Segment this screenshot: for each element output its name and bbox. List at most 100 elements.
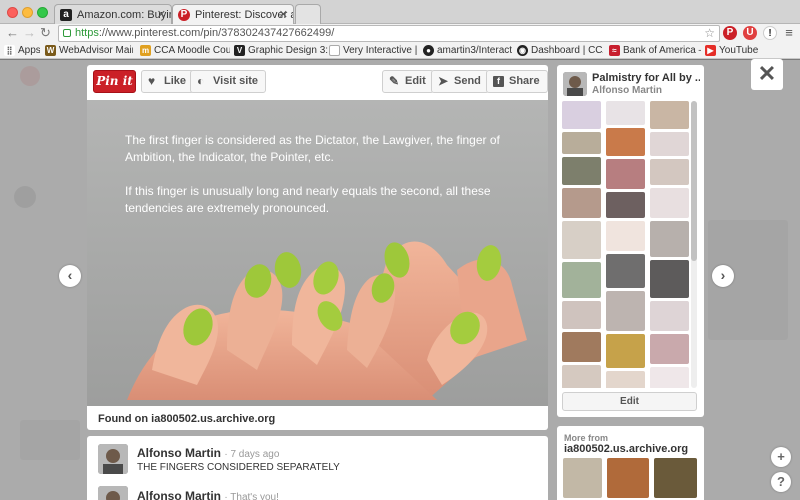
- more-thumbnail[interactable]: [563, 458, 602, 498]
- moodle-icon: m: [140, 45, 151, 56]
- board-thumbnail[interactable]: [562, 221, 601, 259]
- bookmark-github[interactable]: ●amartin3/Interactive: [423, 44, 512, 57]
- more-thumbnail[interactable]: [654, 458, 697, 498]
- window-zoom-dot[interactable]: [37, 7, 48, 18]
- board-thumbnail[interactable]: [606, 334, 645, 368]
- board-thumbnail[interactable]: [562, 262, 601, 298]
- next-pin-arrow-icon[interactable]: ›: [712, 265, 734, 287]
- window-minimize-dot[interactable]: [22, 7, 33, 18]
- board-owner-avatar[interactable]: [563, 72, 587, 96]
- back-arrow-icon[interactable]: ←: [6, 26, 19, 40]
- bookmark-bank-of-america[interactable]: ≈Bank of America — E: [609, 44, 701, 57]
- board-thumbnail[interactable]: [650, 159, 689, 185]
- pin-it-button[interactable]: Pin it: [93, 70, 136, 93]
- browser-tab-amazon[interactable]: a Amazon.com: Buying Cho ✕: [54, 4, 172, 24]
- board-thumbnail[interactable]: [562, 365, 601, 388]
- new-tab-button[interactable]: [295, 4, 321, 24]
- reload-icon[interactable]: ↻: [40, 26, 51, 40]
- board-thumbnail[interactable]: [606, 128, 645, 156]
- close-tab-icon[interactable]: ✕: [279, 8, 288, 21]
- browser-toolbar: ← → ↻ https://www.pinterest.com/pin/3783…: [0, 24, 800, 43]
- close-icon[interactable]: ✕: [751, 59, 783, 90]
- send-icon: ➤: [438, 74, 449, 88]
- adblock-extension-icon[interactable]: U: [743, 26, 757, 40]
- board-thumbnail[interactable]: [562, 157, 601, 185]
- edit-button[interactable]: ✎ Edit: [382, 70, 434, 93]
- close-tab-icon[interactable]: ✕: [157, 8, 166, 21]
- board-thumbnail[interactable]: [606, 159, 645, 189]
- forward-arrow-icon[interactable]: →: [23, 26, 36, 40]
- add-pin-plus-icon[interactable]: +: [771, 447, 791, 467]
- board-thumbnail[interactable]: [606, 221, 645, 251]
- bookmark-star-icon[interactable]: ☆: [704, 26, 715, 41]
- bookmark-webadvisor[interactable]: WWebAdvisor Main Me: [45, 44, 133, 57]
- board-scrollbar[interactable]: [691, 101, 697, 388]
- like-button[interactable]: ♥ Like: [141, 70, 195, 93]
- board-thumbnail[interactable]: [650, 301, 689, 331]
- board-thumbnail[interactable]: [606, 291, 645, 331]
- menu-icon[interactable]: ≡: [782, 26, 796, 40]
- send-button[interactable]: ➤ Send: [431, 70, 489, 93]
- bookmark-apps[interactable]: ⣿ Apps: [4, 44, 40, 57]
- board-thumbnail[interactable]: [606, 192, 645, 218]
- comment-author[interactable]: Alfonso Martin · That's you!: [137, 489, 279, 500]
- board-thumbnail[interactable]: [562, 188, 601, 218]
- url-scheme: https: [75, 27, 99, 39]
- avatar[interactable]: [98, 486, 128, 500]
- pin-image[interactable]: The first finger is considered as the Di…: [87, 100, 548, 406]
- comment-text: THE FINGERS CONSIDERED SEPARATELY: [137, 462, 340, 473]
- comment-time: · 7 days ago: [224, 449, 280, 460]
- github-icon: ●: [423, 45, 434, 56]
- board-thumbnail[interactable]: [606, 371, 645, 388]
- board-thumbnail[interactable]: [650, 367, 689, 388]
- pinterest-extension-icon[interactable]: P: [723, 26, 737, 40]
- board-thumbnail[interactable]: [562, 332, 601, 362]
- board-thumbnail[interactable]: [650, 188, 689, 218]
- bookmark-youtube[interactable]: ▶ YouTube: [705, 44, 765, 57]
- board-owner[interactable]: Alfonso Martin: [592, 85, 662, 96]
- extension-icon[interactable]: !: [763, 26, 777, 40]
- board-thumbnail[interactable]: [606, 101, 645, 125]
- dashboard-icon: ◉: [517, 45, 528, 56]
- board-title[interactable]: Palmistry for All by ...: [592, 72, 700, 84]
- bookmark-cca-moodle[interactable]: mCCA Moodle Courses: [140, 44, 230, 57]
- window-close-dot[interactable]: [7, 7, 18, 18]
- board-thumbnail[interactable]: [650, 101, 689, 129]
- board-thumbnail[interactable]: [650, 334, 689, 364]
- more-thumbnail[interactable]: [607, 458, 649, 498]
- board-edit-button[interactable]: Edit: [562, 392, 697, 411]
- more-from-source[interactable]: ia800502.us.archive.org: [564, 443, 688, 455]
- facebook-icon: f: [493, 76, 504, 87]
- caption-paragraph: If this finger is unusually long and nea…: [125, 184, 491, 215]
- more-from-label: More from: [564, 433, 609, 443]
- apps-grid-icon: ⣿: [4, 45, 15, 56]
- board-thumbnail[interactable]: [650, 221, 689, 257]
- globe-icon: ◐: [197, 74, 205, 88]
- avatar[interactable]: [98, 444, 128, 474]
- amazon-favicon-icon: a: [60, 9, 72, 21]
- board-thumbnail[interactable]: [606, 254, 645, 288]
- board-thumbnail[interactable]: [650, 260, 689, 298]
- share-button[interactable]: f Share: [486, 70, 548, 93]
- found-on-link[interactable]: Found on ia800502.us.archive.org: [98, 413, 275, 425]
- browser-tab-pinterest[interactable]: P Pinterest: Discover and sa ✕: [172, 4, 294, 24]
- board-thumbnail[interactable]: [562, 301, 601, 329]
- lock-icon: [63, 29, 71, 37]
- board-thumbnail[interactable]: [562, 101, 601, 129]
- previous-pin-arrow-icon[interactable]: ‹: [59, 265, 81, 287]
- user-avatar-icon: [98, 444, 128, 474]
- scrollbar-thumb[interactable]: [691, 101, 697, 261]
- pin-closeup: Pin it ♥ Like ◐ Visit site ✎ Edit ➤ Send f Sh…: [87, 65, 548, 430]
- board-thumbnail[interactable]: [562, 132, 601, 154]
- bookmark-graphic-design[interactable]: V Graphic Design 3: In: [234, 44, 333, 57]
- pinterest-favicon-icon: P: [178, 9, 190, 21]
- bookmark-dashboard[interactable]: ◉Dashboard | CCA Va: [517, 44, 603, 57]
- comment-author[interactable]: Alfonso Martin · 7 days ago: [137, 446, 279, 460]
- visit-site-button[interactable]: ◐ Visit site: [190, 70, 267, 93]
- webadvisor-icon: W: [45, 45, 56, 56]
- address-bar[interactable]: https://www.pinterest.com/pin/3783024374…: [58, 25, 720, 42]
- help-question-icon[interactable]: ?: [771, 472, 791, 492]
- bookmark-very-interactive[interactable]: Very Interactive | Ho: [329, 44, 420, 57]
- board-thumbnail[interactable]: [650, 132, 689, 156]
- v-icon: V: [234, 45, 245, 56]
